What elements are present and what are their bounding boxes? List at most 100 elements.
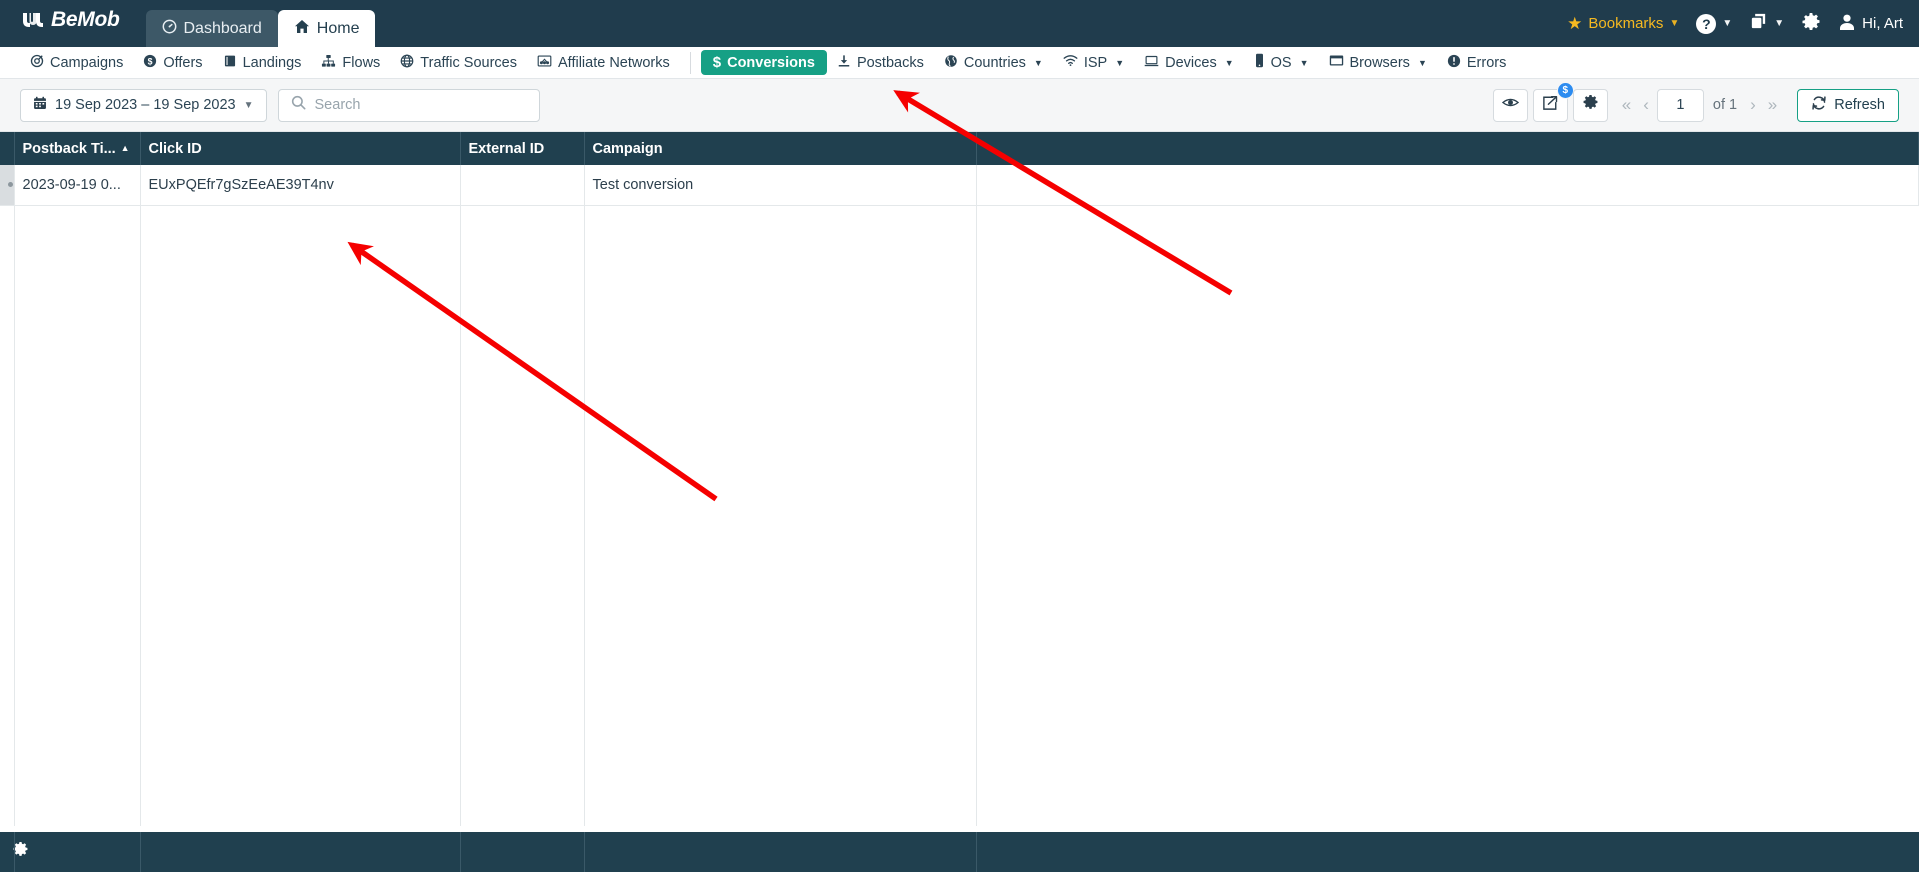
nav-item-errors[interactable]: Errors: [1437, 50, 1516, 76]
refresh-button[interactable]: Refresh: [1797, 89, 1899, 122]
nav-item-campaigns[interactable]: Campaigns: [20, 50, 133, 76]
nav-label: Traffic Sources: [420, 55, 517, 71]
prev-page-button[interactable]: ‹: [1639, 95, 1653, 115]
column-label: Postback Ti...: [23, 141, 116, 157]
footer-divider: [140, 832, 141, 872]
nav-item-flows[interactable]: Flows: [311, 50, 390, 76]
chevron-down-icon: ▼: [1115, 58, 1124, 68]
page-number-input[interactable]: [1657, 89, 1704, 122]
nav-item-os[interactable]: OS ▼: [1244, 50, 1319, 76]
dashboard-icon: [162, 19, 177, 39]
top-tab-dashboard-label: Dashboard: [184, 20, 262, 38]
toolbar-right-controls: $ « ‹ of 1 › »: [1493, 89, 1899, 122]
dollar-icon: $: [713, 54, 721, 71]
column-label: External ID: [469, 141, 545, 157]
settings-menu[interactable]: [1801, 12, 1821, 36]
nav-label: Landings: [243, 55, 302, 71]
first-page-button[interactable]: «: [1618, 95, 1635, 115]
bookmarks-menu[interactable]: ★ Bookmarks ▼: [1567, 14, 1679, 34]
chevron-down-icon: ▼: [1774, 18, 1784, 29]
nav-item-affiliate-networks[interactable]: Affiliate Networks: [527, 50, 680, 76]
refresh-icon: [1811, 95, 1827, 115]
table-settings-button[interactable]: [1573, 89, 1608, 122]
nav-label: Browsers: [1350, 55, 1410, 71]
globe-marker-icon: [944, 54, 958, 72]
dollar-coin-icon: $: [143, 54, 157, 72]
user-label: Hi, Art: [1862, 15, 1903, 32]
chevron-down-icon: ▼: [1669, 18, 1679, 29]
nav-item-conversions[interactable]: $ Conversions: [701, 50, 827, 75]
exclamation-circle-icon: [1447, 54, 1461, 72]
nav-label: ISP: [1084, 55, 1107, 71]
nav-label: Affiliate Networks: [558, 55, 670, 71]
column-divider: [140, 206, 141, 826]
copy-icon: [1749, 12, 1768, 35]
nav-label: Countries: [964, 55, 1026, 71]
row-selector-header: [0, 132, 14, 165]
view-columns-button[interactable]: [1493, 89, 1528, 122]
nav-label: OS: [1271, 55, 1292, 71]
cell-click-id: EUxPQEfr7gSzEeAE39T4nv: [140, 165, 460, 205]
top-tab-home[interactable]: Home: [278, 10, 376, 47]
column-header-postback-time[interactable]: Postback Ti... ▲: [14, 132, 140, 165]
footer-divider: [584, 832, 585, 872]
pagination: « ‹ of 1 › »: [1618, 89, 1781, 122]
target-icon: [30, 54, 44, 72]
table-header: Postback Ti... ▲ Click ID External ID Ca…: [0, 132, 1919, 165]
cell-campaign: Test conversion: [584, 165, 976, 205]
share-export-icon: [1542, 95, 1558, 116]
cell-extra: [976, 165, 1919, 205]
column-header-click-id[interactable]: Click ID: [140, 132, 460, 165]
workspace-menu[interactable]: ▼: [1749, 12, 1784, 35]
svg-text:$: $: [148, 56, 153, 66]
column-divider: [460, 206, 461, 826]
nav-item-devices[interactable]: Devices ▼: [1134, 50, 1244, 76]
search-input[interactable]: [315, 97, 527, 113]
export-button[interactable]: $: [1533, 89, 1568, 122]
date-range-label: 19 Sep 2023 – 19 Sep 2023: [55, 97, 236, 113]
star-icon: ★: [1567, 14, 1582, 34]
date-range-picker[interactable]: 19 Sep 2023 – 19 Sep 2023 ▼: [20, 89, 267, 122]
download-icon: [837, 54, 851, 72]
flow-tree-icon: [321, 54, 336, 72]
chevron-down-icon: ▼: [244, 100, 254, 111]
column-header-external-id[interactable]: External ID: [460, 132, 584, 165]
wifi-icon: [1063, 54, 1078, 71]
question-mark-icon: ?: [1696, 14, 1716, 34]
top-tab-dashboard[interactable]: Dashboard: [146, 10, 278, 47]
user-menu[interactable]: Hi, Art: [1838, 13, 1903, 35]
row-selector-cell[interactable]: [0, 165, 14, 205]
help-menu[interactable]: ? ▼: [1696, 14, 1732, 34]
user-avatar-icon: [1838, 13, 1856, 35]
nav-item-landings[interactable]: Landings: [213, 50, 312, 76]
page-total-label: of 1: [1713, 97, 1737, 113]
chevron-down-icon: ▼: [1034, 58, 1043, 68]
monitor-icon: [1144, 54, 1159, 72]
bemob-logo-mark: [22, 10, 45, 29]
conversions-table: Postback Ti... ▲ Click ID External ID Ca…: [0, 132, 1919, 206]
next-page-button[interactable]: ›: [1746, 95, 1760, 115]
nav-divider: [690, 52, 691, 74]
nav-item-browsers[interactable]: Browsers ▼: [1319, 50, 1437, 76]
nav-item-traffic-sources[interactable]: Traffic Sources: [390, 50, 527, 76]
nav-item-postbacks[interactable]: Postbacks: [827, 50, 934, 76]
last-page-button[interactable]: »: [1764, 95, 1781, 115]
mobile-icon: [1254, 53, 1265, 72]
table-empty-area: [0, 206, 1919, 826]
globe-icon: [400, 54, 414, 72]
nav-item-isp[interactable]: ISP ▼: [1053, 50, 1134, 76]
nav-item-offers[interactable]: $ Offers: [133, 50, 212, 76]
column-divider: [14, 206, 15, 826]
nav-item-countries[interactable]: Countries ▼: [934, 50, 1053, 76]
conversions-table-container: Postback Ti... ▲ Click ID External ID Ca…: [0, 132, 1919, 832]
window-icon: [1329, 54, 1344, 71]
bemob-logo[interactable]: BeMob: [22, 0, 120, 47]
search-box[interactable]: [278, 89, 540, 122]
column-header-empty: [976, 132, 1919, 165]
cell-external-id: [460, 165, 584, 205]
top-tab-group: Dashboard Home: [146, 0, 376, 47]
column-header-campaign[interactable]: Campaign: [584, 132, 976, 165]
top-tab-home-label: Home: [317, 20, 360, 38]
chevron-down-icon: ▼: [1225, 58, 1234, 68]
table-row[interactable]: 2023-09-19 0... EUxPQEfr7gSzEeAE39T4nv T…: [0, 165, 1919, 205]
